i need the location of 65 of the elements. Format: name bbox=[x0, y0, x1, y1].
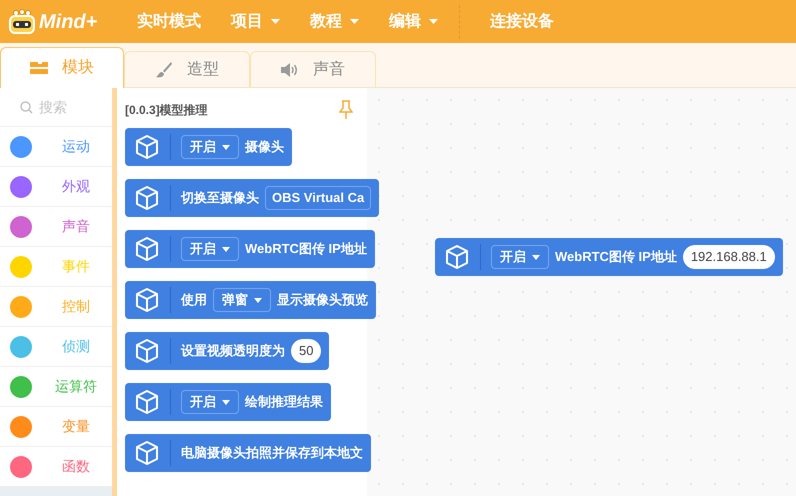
connect-device-menu[interactable]: 连接设备 bbox=[460, 10, 584, 34]
pin-icon[interactable] bbox=[339, 100, 353, 120]
search-icon bbox=[20, 100, 33, 114]
dropdown-field[interactable]: OBS Virtual Ca bbox=[265, 186, 372, 210]
dropdown[interactable]: 开启 bbox=[491, 245, 549, 269]
category-item[interactable]: 运动 bbox=[0, 127, 112, 167]
code-block[interactable]: 开启 WebRTC图传 IP地址 bbox=[125, 230, 375, 268]
code-block[interactable]: 电脑摄像头拍照并保存到本地文 bbox=[125, 434, 371, 472]
tab[interactable]: 模块 bbox=[0, 47, 124, 88]
menu-item[interactable]: 项目 bbox=[216, 10, 295, 34]
caret-icon bbox=[532, 254, 540, 260]
block-label: 绘制推理结果 bbox=[245, 393, 323, 412]
block-label: 电脑摄像头拍照并保存到本地文 bbox=[181, 444, 363, 462]
caret-icon bbox=[429, 19, 438, 24]
category-item[interactable]: 外观 bbox=[0, 167, 112, 207]
menu-item[interactable]: 实时模式 bbox=[122, 10, 216, 34]
category-item[interactable]: 控制 bbox=[0, 287, 112, 327]
code-block[interactable]: 开启 WebRTC图传 IP地址 192.168.88.1 bbox=[435, 238, 783, 276]
value-input[interactable]: 192.168.88.1 bbox=[682, 245, 775, 269]
block-label: WebRTC图传 IP地址 bbox=[555, 248, 677, 266]
caret-icon bbox=[222, 144, 230, 150]
dropdown[interactable]: 开启 bbox=[181, 237, 239, 261]
code-block[interactable]: 切换至摄像头 OBS Virtual Ca bbox=[125, 179, 380, 217]
logo-text: Mind+ bbox=[39, 10, 98, 34]
cube-icon bbox=[134, 389, 160, 415]
menu-item[interactable]: 教程 bbox=[295, 10, 374, 34]
dropdown[interactable]: 开启 bbox=[181, 135, 239, 159]
cube-icon bbox=[134, 236, 160, 262]
block-label: 切换至摄像头 bbox=[181, 189, 259, 208]
robot-logo-icon bbox=[8, 8, 36, 34]
tab[interactable]: 造型 bbox=[124, 51, 250, 87]
block-label: 使用 bbox=[181, 291, 207, 310]
cube-icon bbox=[134, 440, 160, 466]
brush-icon bbox=[155, 60, 173, 78]
category-item[interactable]: 变量 bbox=[0, 407, 112, 447]
tab[interactable]: 声音 bbox=[250, 51, 376, 87]
caret-icon bbox=[222, 246, 230, 252]
block-label: 显示摄像头预览 bbox=[277, 291, 368, 310]
value-input[interactable]: 50 bbox=[291, 339, 322, 363]
speaker-icon bbox=[281, 62, 299, 76]
blocks-icon bbox=[30, 62, 48, 74]
code-block[interactable]: 使用 弹窗 显示摄像头预览 bbox=[125, 281, 376, 319]
code-block[interactable]: 设置视频透明度为 50 bbox=[125, 332, 330, 370]
cube-icon bbox=[134, 134, 160, 160]
block-label: 设置视频透明度为 bbox=[181, 342, 285, 360]
caret-icon bbox=[254, 298, 262, 302]
search-field[interactable]: 搜索 bbox=[39, 96, 109, 118]
caret-icon bbox=[271, 19, 280, 24]
extension-title: [0.0.3]模型推理 bbox=[125, 102, 208, 119]
code-block[interactable]: 开启 摄像头 bbox=[125, 128, 292, 166]
category-item[interactable]: 声音 bbox=[0, 207, 112, 247]
cube-icon bbox=[444, 244, 470, 270]
cube-icon bbox=[134, 338, 160, 364]
code-block[interactable]: 开启 绘制推理结果 bbox=[125, 383, 331, 421]
caret-icon bbox=[222, 400, 230, 404]
category-item[interactable]: 侦测 bbox=[0, 327, 112, 367]
block-label: WebRTC图传 IP地址 bbox=[245, 240, 367, 258]
dropdown[interactable]: 开启 bbox=[181, 390, 239, 414]
dropdown[interactable]: 弹窗 bbox=[213, 288, 271, 312]
cube-icon bbox=[134, 287, 160, 313]
cube-icon bbox=[134, 185, 160, 211]
caret-icon bbox=[350, 19, 359, 24]
category-item[interactable]: 运算符 bbox=[0, 367, 112, 407]
menu-item[interactable]: 编辑 bbox=[374, 10, 453, 34]
block-label: 摄像头 bbox=[245, 138, 284, 156]
